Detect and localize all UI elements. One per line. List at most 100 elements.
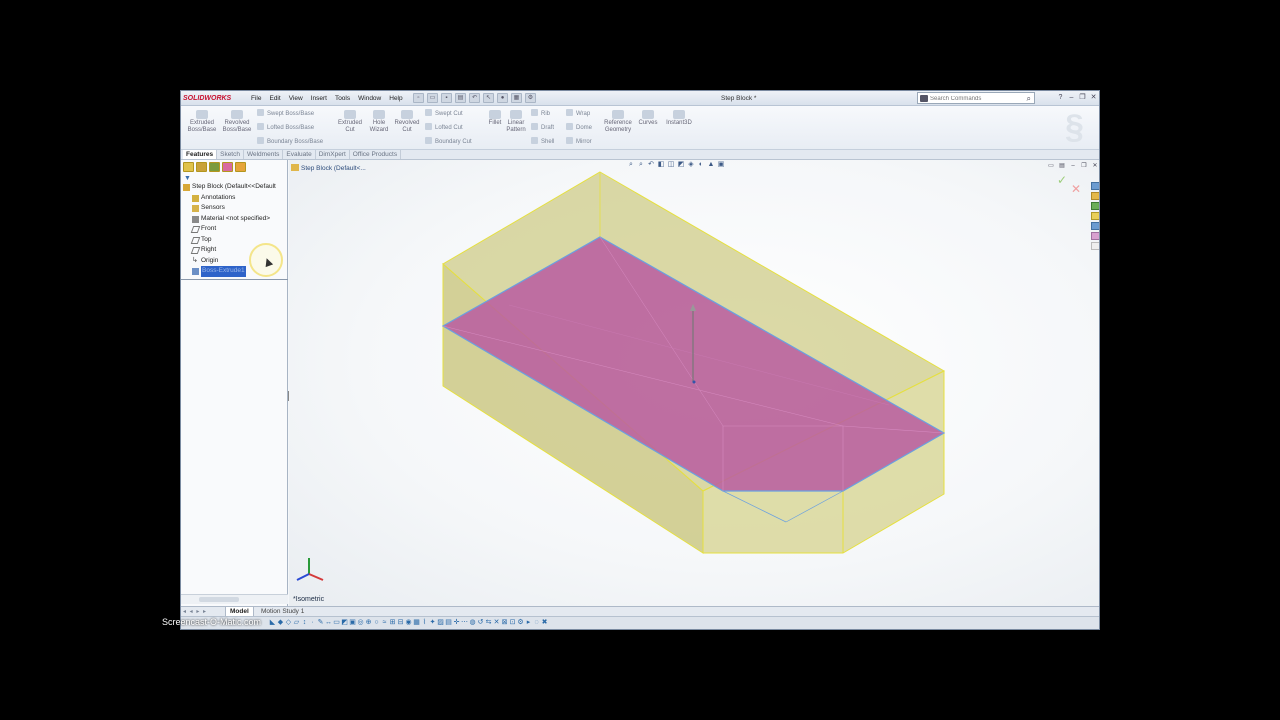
solidworks-logo[interactable]: SOLIDWORKS xyxy=(183,93,243,104)
tab-weldments[interactable]: Weldments xyxy=(244,150,284,159)
task-pane-more-icon[interactable] xyxy=(1091,242,1099,250)
filter-hatch-icon[interactable]: ▨ xyxy=(437,619,444,627)
tree-item-material[interactable]: Material <not specified> xyxy=(181,214,288,225)
undo-icon[interactable]: ↶ xyxy=(469,93,480,103)
filter-planes-icon[interactable]: ▱ xyxy=(293,619,300,627)
file-properties-icon[interactable]: ▦ xyxy=(511,93,522,103)
tree-root[interactable]: Step Block (Default<<Default xyxy=(181,182,288,193)
filter-notes-icon[interactable]: ▭ xyxy=(333,619,340,627)
menu-file[interactable]: File xyxy=(247,93,265,104)
menu-view[interactable]: View xyxy=(285,93,307,104)
minimize-icon[interactable]: – xyxy=(1069,162,1077,170)
filter-sketch-icon[interactable]: ✎ xyxy=(317,619,324,627)
swept-cut-button[interactable]: Swept Cut xyxy=(425,109,463,119)
rebuild-icon[interactable]: ● xyxy=(497,93,508,103)
view-orientation-icon[interactable]: ◫ xyxy=(667,161,675,169)
filter-balloons-icon[interactable]: ◉ xyxy=(405,619,412,627)
extruded-boss-button[interactable]: Extruded Boss/Base xyxy=(187,110,217,134)
filter-dimensions-icon[interactable]: ↔ xyxy=(325,619,332,627)
filter-select-all-icon[interactable]: ⊠ xyxy=(501,619,508,627)
dimxpert-manager-tab-icon[interactable] xyxy=(222,162,233,172)
menu-help[interactable]: Help xyxy=(385,93,406,104)
filter-surfaces-icon[interactable]: ◩ xyxy=(341,619,348,627)
tab-scroll-arrows-icon[interactable]: ◂ ◂ ▸ ▸ xyxy=(183,608,207,615)
custom-properties-icon[interactable] xyxy=(1091,232,1099,240)
design-library-icon[interactable] xyxy=(1091,192,1099,200)
graphics-area[interactable]: Step Block (Default<... ⌕ ⌕ ↶ ◧ ◫ ◩ ◈ ◐ … xyxy=(289,160,1100,606)
tab-features[interactable]: Features xyxy=(183,150,218,159)
tree-item-front-plane[interactable]: Front xyxy=(181,224,288,235)
extruded-cut-button[interactable]: Extruded Cut xyxy=(335,110,365,134)
restore-icon[interactable]: ▭ xyxy=(1047,162,1055,170)
restore-icon[interactable]: ❐ xyxy=(1078,93,1087,102)
search-input[interactable] xyxy=(930,94,1020,103)
revolved-cut-button[interactable]: Revolved Cut xyxy=(392,110,422,134)
revolved-boss-button[interactable]: Revolved Boss/Base xyxy=(221,110,253,134)
linear-pattern-button[interactable]: Linear Pattern xyxy=(504,110,528,134)
lofted-cut-button[interactable]: Lofted Cut xyxy=(425,123,463,133)
property-manager-tab-icon[interactable] xyxy=(196,162,207,172)
filter-dowels-icon[interactable]: ◍ xyxy=(469,619,476,627)
filter-icon[interactable]: ▼ xyxy=(184,175,191,182)
filter-datum-icon[interactable]: ⊞ xyxy=(389,619,396,627)
filter-loops-icon[interactable]: ○ xyxy=(373,619,380,627)
apply-scene-icon[interactable]: ▲ xyxy=(707,161,715,169)
filter-reset-icon[interactable]: ↺ xyxy=(477,619,484,627)
filter-points-icon[interactable]: · xyxy=(309,619,316,627)
wrap-button[interactable]: Wrap xyxy=(566,109,590,119)
cancel-x-icon[interactable]: ✕ xyxy=(1071,182,1081,196)
rollback-bar[interactable] xyxy=(181,279,288,280)
filter-more-icon[interactable]: ▸ xyxy=(525,619,532,627)
menu-edit[interactable]: Edit xyxy=(265,93,284,104)
draft-button[interactable]: Draft xyxy=(531,123,554,133)
filter-center-marks-icon[interactable]: ✛ xyxy=(453,619,460,627)
display-style-icon[interactable]: ◩ xyxy=(677,161,685,169)
section-view-icon[interactable]: ◧ xyxy=(657,161,665,169)
filter-blocks-icon[interactable]: ▦ xyxy=(413,619,420,627)
filter-close-icon[interactable]: ✖ xyxy=(541,619,548,627)
filter-routing-icon[interactable]: ⌇ xyxy=(421,619,428,627)
filter-vertices-icon[interactable]: ◇ xyxy=(285,619,292,627)
new-document-icon[interactable]: ▫ xyxy=(413,93,424,103)
options-icon[interactable]: ⚙ xyxy=(525,93,536,103)
hole-wizard-button[interactable]: Hole Wizard xyxy=(367,110,391,134)
filter-components-icon[interactable]: ◎ xyxy=(357,619,364,627)
filter-options-icon[interactable]: ⚙ xyxy=(517,619,524,627)
lofted-boss-button[interactable]: Lofted Boss/Base xyxy=(257,123,314,133)
minimize-icon[interactable]: – xyxy=(1067,93,1076,102)
filter-cosmetic-icon[interactable]: ✦ xyxy=(429,619,436,627)
dome-button[interactable]: Dome xyxy=(566,123,592,133)
print-icon[interactable]: ▤ xyxy=(455,93,466,103)
scroll-thumb[interactable] xyxy=(199,597,239,602)
view-breadcrumb[interactable]: Step Block (Default<... xyxy=(291,164,366,172)
open-icon[interactable]: ▭ xyxy=(427,93,438,103)
tab-dimxpert[interactable]: DimXpert xyxy=(316,150,350,159)
view-palette-icon[interactable] xyxy=(1091,212,1099,220)
filter-edges-icon[interactable]: ◣ xyxy=(269,619,276,627)
panel-horizontal-scrollbar[interactable] xyxy=(181,594,288,604)
filter-welds-icon[interactable]: ≈ xyxy=(381,619,388,627)
configuration-manager-tab-icon[interactable] xyxy=(209,162,220,172)
instant3d-button[interactable]: Instant3D xyxy=(663,110,695,127)
filter-axes-icon[interactable]: ↕ xyxy=(301,619,308,627)
hide-show-items-icon[interactable]: ◈ xyxy=(687,161,695,169)
fillet-button[interactable]: Fillet xyxy=(486,110,504,127)
view-settings-icon[interactable]: ▣ xyxy=(717,161,725,169)
confirm-check-icon[interactable]: ✓ xyxy=(1057,173,1067,187)
swept-boss-button[interactable]: Swept Boss/Base xyxy=(257,109,314,119)
filter-tables-icon[interactable]: ▤ xyxy=(445,619,452,627)
filter-solids-icon[interactable]: ▣ xyxy=(349,619,356,627)
rib-button[interactable]: Rib xyxy=(531,109,550,119)
save-icon[interactable]: ▪ xyxy=(441,93,452,103)
previous-view-icon[interactable]: ↶ xyxy=(647,161,655,169)
zoom-to-fit-icon[interactable]: ⌕ xyxy=(627,161,635,169)
3d-model-view[interactable] xyxy=(289,160,1100,606)
filter-toggle-icon[interactable]: ⇆ xyxy=(485,619,492,627)
display-manager-tab-icon[interactable] xyxy=(235,162,246,172)
select-icon[interactable]: ↖ xyxy=(483,93,494,103)
zoom-to-area-icon[interactable]: ⌕ xyxy=(637,161,645,169)
boundary-boss-button[interactable]: Boundary Boss/Base xyxy=(257,137,323,147)
file-explorer-icon[interactable] xyxy=(1091,202,1099,210)
filter-mates-icon[interactable]: ⊕ xyxy=(365,619,372,627)
boundary-cut-button[interactable]: Boundary Cut xyxy=(425,137,472,147)
